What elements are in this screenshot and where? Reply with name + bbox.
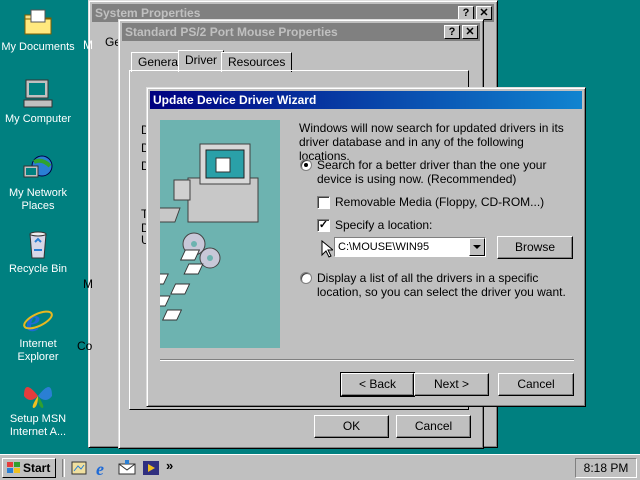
cancel-button[interactable]: Cancel <box>498 373 574 396</box>
help-button[interactable]: ? <box>444 25 460 39</box>
folder-icon <box>22 6 54 38</box>
internet-explorer-quicklaunch-icon[interactable]: e <box>94 459 112 479</box>
wizard-titlebar[interactable]: Update Device Driver Wizard <box>150 91 582 109</box>
computer-cd-illustration <box>144 143 259 321</box>
search-better-driver-label[interactable]: Search for a better driver than the one … <box>317 158 572 186</box>
window-title: Update Device Driver Wizard <box>153 93 317 107</box>
ok-button[interactable]: OK <box>314 415 389 438</box>
arrow-cursor-icon <box>321 239 335 261</box>
system-clock[interactable]: 8:18 PM <box>575 458 637 478</box>
outlook-express-icon[interactable] <box>118 459 136 477</box>
combobox-dropdown-button[interactable] <box>469 238 485 256</box>
specify-location-label[interactable]: Specify a location: <box>335 218 432 232</box>
taskbar-separator <box>62 459 65 477</box>
desktop-icon-label: My Documents <box>1 41 75 53</box>
browse-button[interactable]: Browse <box>497 236 573 259</box>
wizard-divider <box>160 359 574 361</box>
partial-label: M <box>83 277 93 291</box>
tab-resources[interactable]: Resources <box>221 52 293 72</box>
next-button[interactable]: Next > <box>414 373 489 396</box>
display-driver-list-radio[interactable] <box>300 272 312 284</box>
update-driver-wizard-window[interactable]: Update Device Driver Wizard Windows will… <box>144 87 586 407</box>
desktop-icon-label: My Network Places <box>8 187 68 212</box>
desktop-icon-label: My Computer <box>4 113 72 125</box>
window-title: Standard PS/2 Port Mouse Properties <box>125 25 338 39</box>
back-button[interactable]: < Back <box>340 372 415 397</box>
windows-logo-icon <box>6 461 21 480</box>
partial-label: Co <box>77 339 93 353</box>
display-driver-list-label[interactable]: Display a list of all the drivers in a s… <box>317 271 577 299</box>
show-desktop-icon[interactable] <box>70 459 88 477</box>
cancel-button[interactable]: Cancel <box>396 415 471 438</box>
internet-explorer-icon: e <box>22 302 54 338</box>
close-button[interactable]: ✕ <box>476 6 492 20</box>
media-player-icon[interactable] <box>142 459 160 477</box>
desktop-icon-my-documents[interactable]: My Documents <box>0 6 76 54</box>
mouse-properties-titlebar[interactable]: Standard PS/2 Port Mouse Properties ? ✕ <box>122 23 480 41</box>
recycle-bin-icon <box>22 228 54 260</box>
location-value[interactable]: C:\MOUSE\WIN95 <box>338 240 429 254</box>
taskbar: Start e » 8:18 PM <box>0 454 640 480</box>
network-icon <box>22 152 54 184</box>
computer-icon <box>22 78 54 110</box>
tab-driver[interactable]: Driver <box>178 50 224 72</box>
desktop-icon-label: Recycle Bin <box>8 263 68 275</box>
specify-location-checkbox[interactable]: ✓ <box>317 219 330 232</box>
desktop-icon-msn-setup[interactable]: Setup MSN Internet A... <box>0 378 76 439</box>
search-better-driver-radio[interactable] <box>300 159 312 171</box>
removable-media-label[interactable]: Removable Media (Floppy, CD-ROM...) <box>335 195 544 209</box>
close-button[interactable]: ✕ <box>462 25 478 39</box>
desktop-icon-label: Internet Explorer <box>17 338 59 363</box>
wizard-intro-text: Windows will now search for updated driv… <box>299 121 564 163</box>
desktop-icon-network-places[interactable]: My Network Places <box>0 152 76 213</box>
svg-text:e: e <box>96 459 104 477</box>
chevron-down-icon <box>473 245 481 249</box>
partial-label: M <box>83 38 93 52</box>
start-button[interactable]: Start <box>2 458 56 478</box>
wizard-illustration <box>144 120 280 348</box>
msn-butterfly-icon <box>22 378 54 410</box>
help-button[interactable]: ? <box>458 6 474 20</box>
desktop-icon-recycle-bin[interactable]: Recycle Bin <box>0 228 76 276</box>
desktop-icon-internet-explorer[interactable]: e Internet Explorer <box>0 302 76 364</box>
start-label: Start <box>23 461 51 475</box>
desktop-icon-label: Setup MSN Internet A... <box>9 413 67 438</box>
removable-media-checkbox[interactable] <box>317 196 330 209</box>
desktop-icon-my-computer[interactable]: My Computer <box>0 78 76 126</box>
location-combobox[interactable]: C:\MOUSE\WIN95 <box>334 237 486 257</box>
quicklaunch-overflow-button[interactable]: » <box>166 458 173 473</box>
